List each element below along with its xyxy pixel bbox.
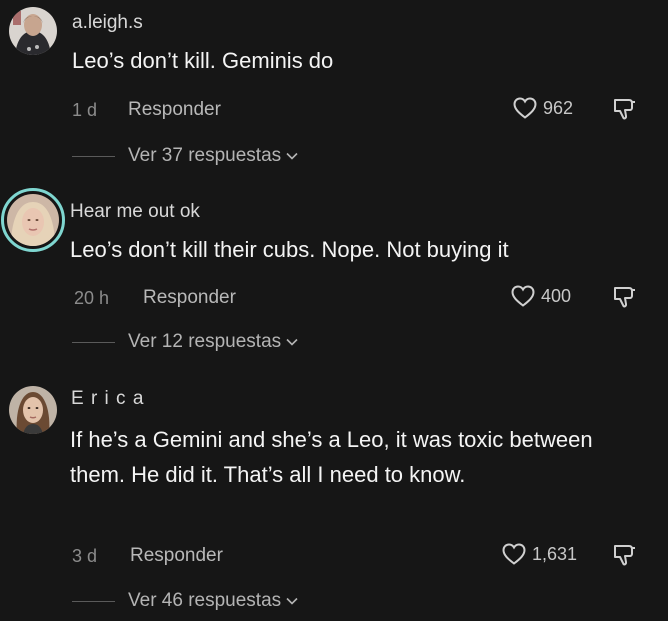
chevron-down-icon (286, 338, 298, 346)
like-button[interactable]: 1,631 (501, 542, 577, 566)
heart-outline-icon (513, 97, 537, 119)
heart-outline-icon (511, 285, 535, 307)
timestamp: 20 h (74, 288, 110, 308)
username[interactable]: E r i c a (71, 388, 144, 410)
dislike-button[interactable] (612, 284, 638, 315)
view-replies-button[interactable]: Ver 12 respuestas (128, 331, 298, 353)
dislike-button[interactable] (612, 96, 638, 127)
timestamp: 1 d (72, 100, 98, 120)
divider (72, 601, 115, 602)
chevron-down-icon (286, 597, 298, 605)
timestamp: 3 d (72, 546, 98, 566)
comment-1: a.leigh.s Leo’s don’t kill. Geminis do 1… (0, 0, 668, 180)
reply-button[interactable]: Responder (143, 287, 236, 309)
chevron-down-icon (286, 152, 298, 160)
comment-2: Hear me out ok Leo’s don’t kill their cu… (0, 180, 668, 360)
avatar[interactable] (9, 386, 57, 434)
comment-text: Leo’s don’t kill their cubs. Nope. Not b… (70, 237, 509, 262)
like-count: 400 (541, 285, 572, 306)
avatar[interactable] (7, 194, 59, 246)
view-replies-label: Ver 37 respuestas (128, 145, 282, 166)
thumbs-down-icon (614, 99, 635, 120)
view-replies-button[interactable]: Ver 46 respuestas (128, 590, 298, 612)
view-replies-button[interactable]: Ver 37 respuestas (128, 145, 298, 167)
like-count: 962 (543, 97, 574, 118)
thumbs-down-icon (614, 287, 635, 308)
heart-outline-icon (502, 543, 526, 565)
divider (72, 342, 115, 343)
username[interactable]: Hear me out ok (70, 201, 200, 223)
comment-3: E r i c a If he’s a Gemini and she’s a L… (0, 370, 668, 621)
dislike-button[interactable] (612, 542, 638, 573)
thumbs-down-icon (614, 545, 635, 566)
view-replies-label: Ver 12 respuestas (128, 331, 282, 352)
comment-text: If he’s a Gemini and she’s a Leo, it was… (70, 427, 593, 487)
like-button[interactable]: 962 (512, 96, 573, 120)
reply-button[interactable]: Responder (128, 99, 221, 121)
view-replies-label: Ver 46 respuestas (128, 590, 282, 611)
username[interactable]: a.leigh.s (72, 12, 143, 34)
comment-text: Leo’s don’t kill. Geminis do (72, 48, 334, 73)
divider (72, 156, 115, 157)
like-count: 1,631 (532, 543, 578, 564)
reply-button[interactable]: Responder (130, 545, 223, 567)
avatar[interactable] (9, 7, 57, 55)
like-button[interactable]: 400 (510, 284, 571, 308)
